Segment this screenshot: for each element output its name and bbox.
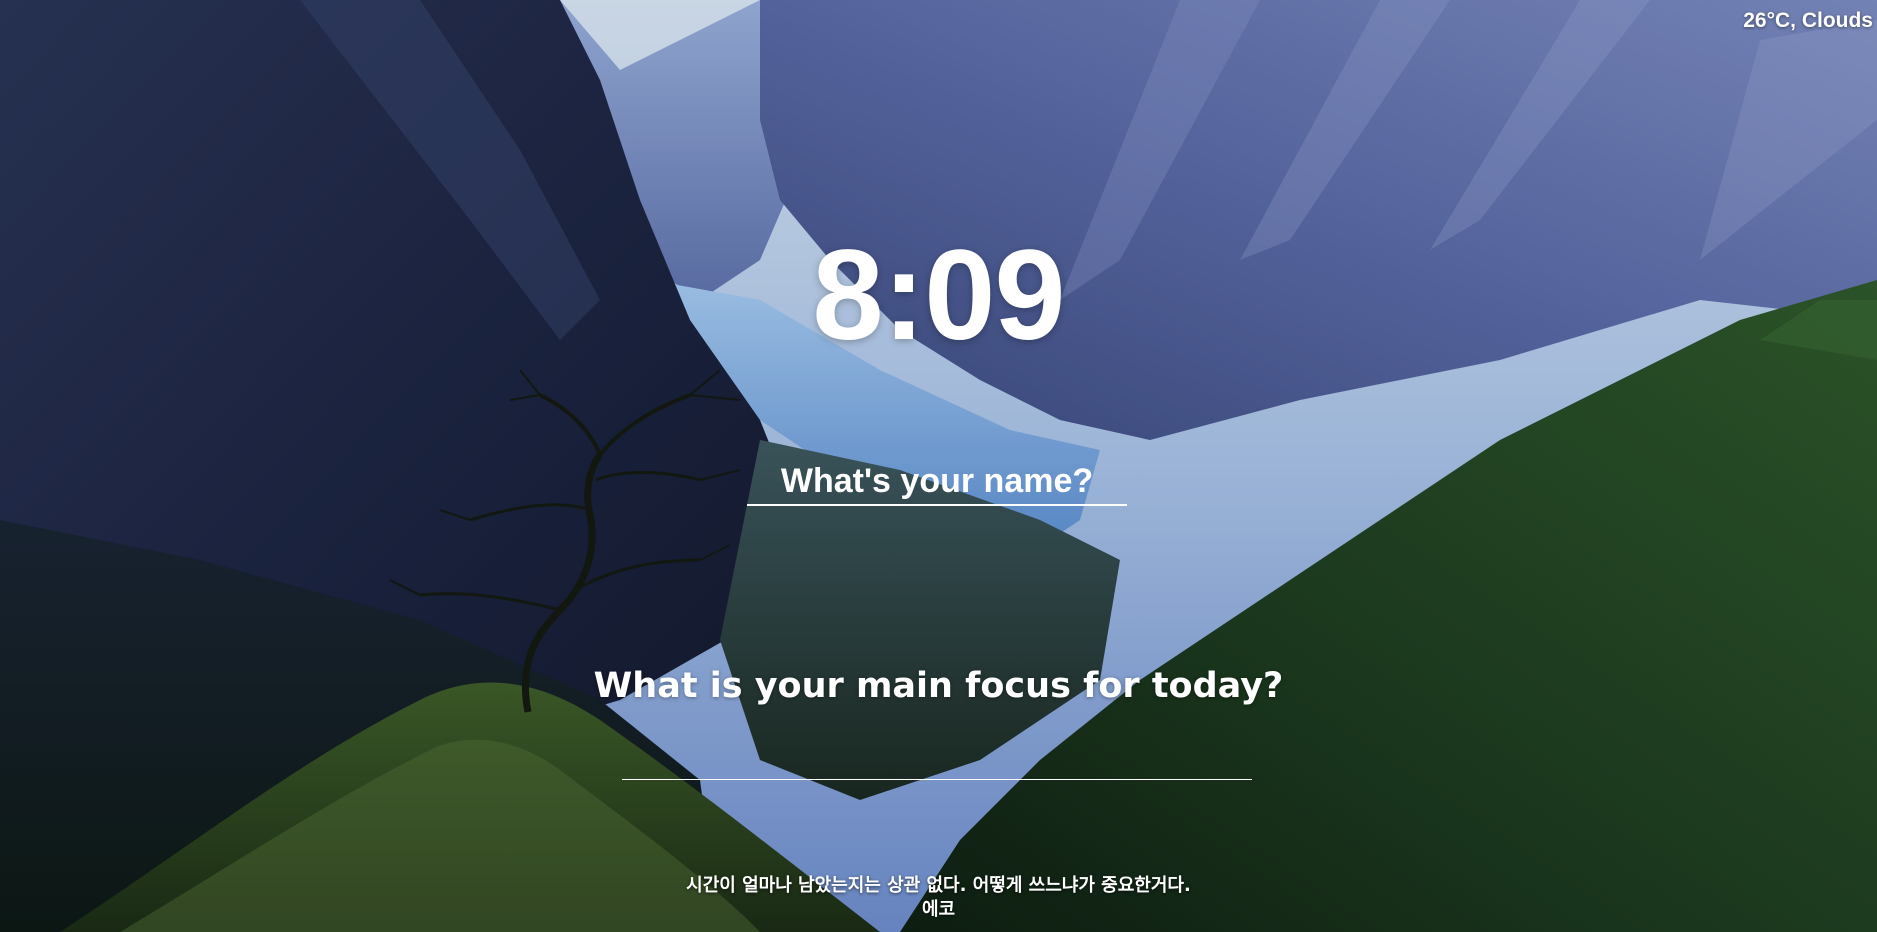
focus-input[interactable] xyxy=(622,740,1252,780)
focus-question: What is your main focus for today? xyxy=(593,666,1284,706)
quote: 시간이 얼마나 남았는지는 상관 없다. 어떻게 쓰느냐가 중요한거다. 에코 xyxy=(0,874,1877,922)
name-form xyxy=(747,458,1127,508)
clock: 8:09 xyxy=(812,224,1065,367)
weather-widget: 26°C, Clouds xyxy=(1743,9,1873,32)
quote-author: 에코 xyxy=(921,899,956,920)
quote-text: 시간이 얼마나 남았는지는 상관 없다. 어떻게 쓰느냐가 중요한거다. xyxy=(686,875,1191,896)
focus-form xyxy=(622,740,1252,780)
name-input[interactable] xyxy=(747,458,1127,506)
